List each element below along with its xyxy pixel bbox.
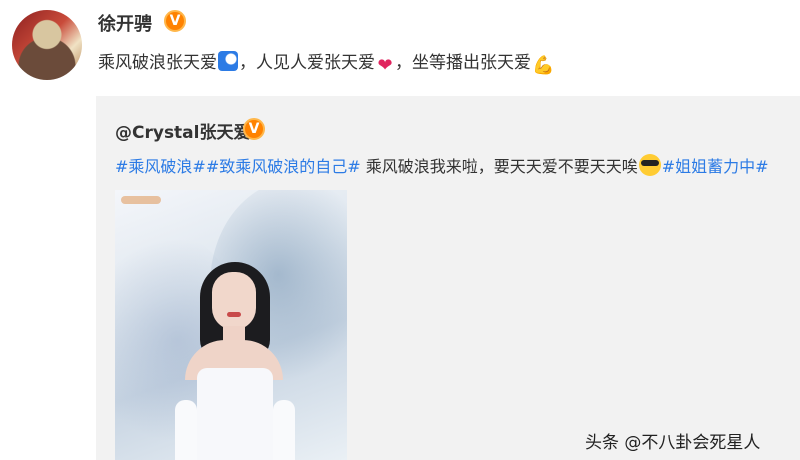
photo-logo — [121, 196, 161, 204]
photo-dress — [197, 368, 273, 460]
photo-face — [212, 272, 256, 330]
repost-photo[interactable] — [115, 190, 347, 460]
heart-emoji-icon: ❤ — [377, 55, 393, 76]
hashtag-2[interactable]: #致乘风破浪的自己# — [206, 157, 361, 176]
repost-text: #乘风破浪##致乘风破浪的自己# 乘风破浪我来啦，要天天爱不要天天唉 #姐姐蓄力中… — [115, 153, 769, 177]
post-text-part-2: ，人见人爱张天爱 — [239, 53, 375, 73]
repost-body: 乘风破浪我来啦，要天天爱不要天天唉 — [360, 157, 638, 176]
watermark: 头条 @不八卦会死星人 — [585, 433, 761, 453]
verified-icon: V — [164, 10, 186, 32]
wave-emoji-icon — [218, 51, 238, 71]
post-text: 乘风破浪张天爱 ，人见人爱张天爱 ❤ ，坐等播出张天爱💪 — [98, 48, 555, 76]
photo-glove-right — [273, 400, 295, 460]
post-text-part-3: ，坐等播出张天爱 — [395, 53, 531, 73]
hashtag-1[interactable]: #乘风破浪# — [115, 157, 206, 176]
hashtag-3[interactable]: #姐姐蓄力中# — [662, 157, 769, 176]
repost-verified-icon: V — [243, 118, 265, 140]
post-text-part-1: 乘风破浪张天爱 — [98, 53, 217, 73]
post-username[interactable]: 徐开骋 — [98, 10, 152, 36]
repost-username[interactable]: @Crystal张天爱 — [115, 118, 251, 143]
photo-lips — [227, 312, 241, 317]
avatar[interactable] — [12, 10, 82, 80]
cool-emoji-icon — [638, 154, 661, 176]
muscle-emoji-icon: 💪 — [532, 55, 555, 76]
photo-glove-left — [175, 400, 197, 460]
